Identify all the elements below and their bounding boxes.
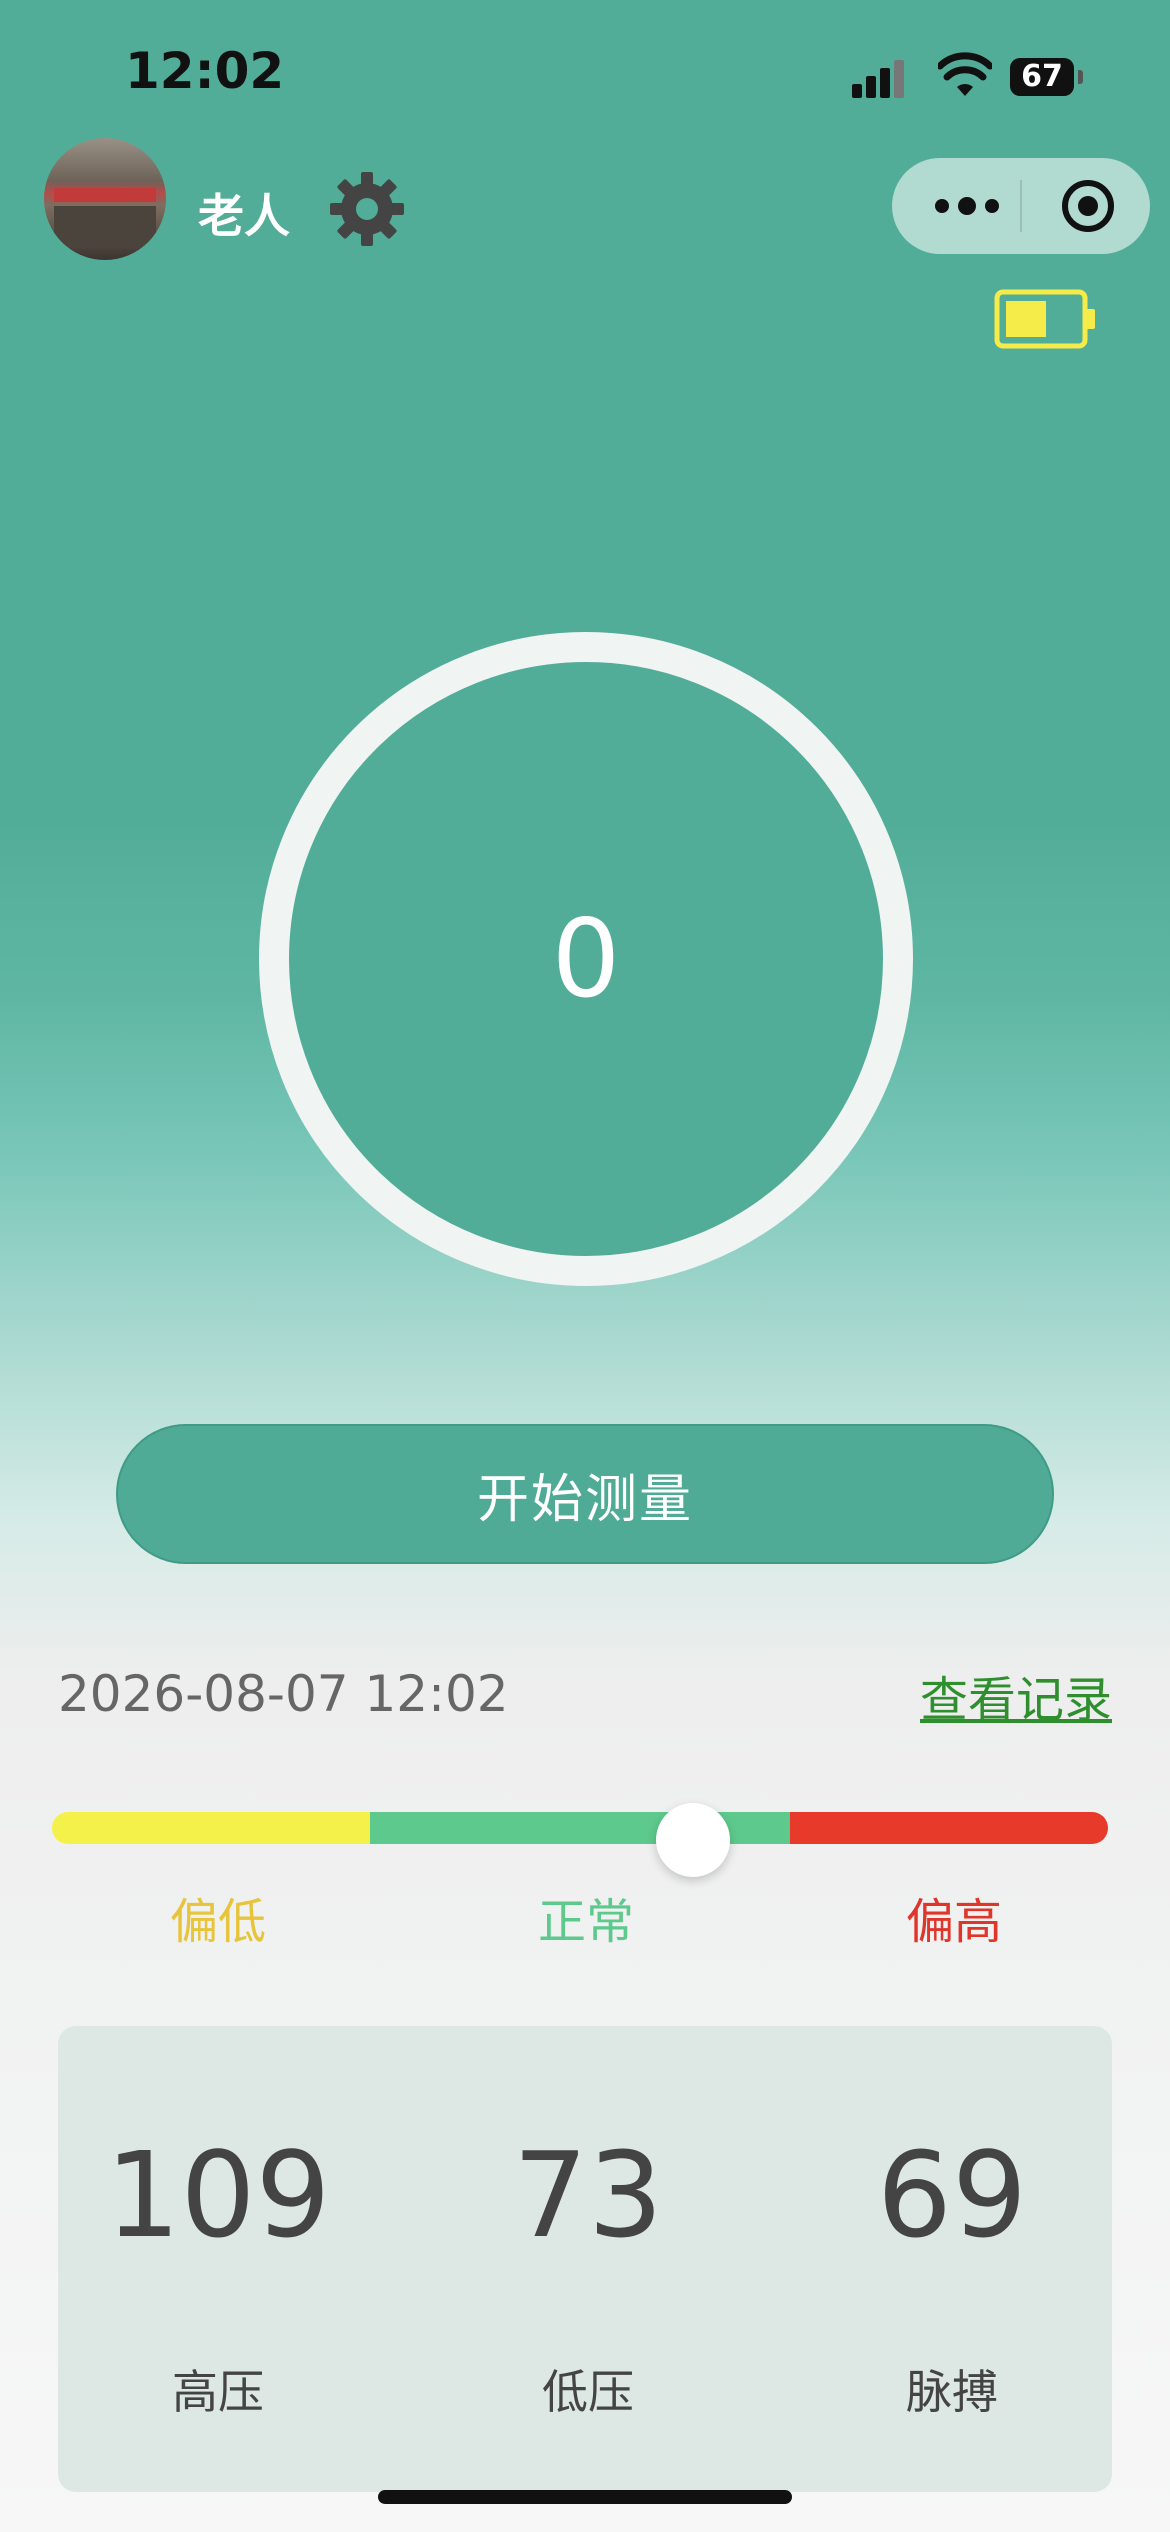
pressure-scale-bar bbox=[52, 1812, 1108, 1844]
measurement-datetime: 2026-08-07 12:02 bbox=[58, 1665, 509, 1723]
measurement-dial: 0 bbox=[259, 632, 913, 1286]
reading-value: 69 bbox=[876, 2126, 1028, 2264]
scale-segment-high bbox=[790, 1812, 1108, 1844]
status-battery-icon: 67 bbox=[1010, 58, 1083, 96]
home-indicator[interactable] bbox=[378, 2490, 792, 2504]
reading-pulse: 69 脉搏 bbox=[802, 2026, 1102, 2492]
reading-systolic: 109 高压 bbox=[68, 2026, 368, 2492]
scale-label-high: 偏高 bbox=[906, 1894, 1003, 1950]
more-dots-icon[interactable] bbox=[932, 188, 1002, 224]
capsule-divider bbox=[1020, 180, 1022, 232]
reading-label: 脉搏 bbox=[906, 2365, 998, 2419]
cellular-signal-icon bbox=[852, 58, 912, 98]
view-records-link[interactable]: 查看记录 bbox=[920, 1660, 1112, 1730]
reading-value: 109 bbox=[105, 2126, 331, 2264]
status-bar: 12:02 67 bbox=[0, 0, 1170, 150]
gear-icon[interactable] bbox=[328, 170, 406, 248]
mini-program-capsule bbox=[892, 158, 1150, 254]
start-measure-button[interactable]: 开始测量 bbox=[116, 1424, 1054, 1564]
reading-label: 高压 bbox=[172, 2365, 264, 2419]
reading-diastolic: 73 低压 bbox=[438, 2026, 738, 2492]
target-icon[interactable] bbox=[1060, 178, 1116, 234]
scale-label-low: 偏低 bbox=[170, 1894, 267, 1950]
user-name: 老人 bbox=[198, 189, 290, 243]
reading-value: 73 bbox=[512, 2126, 664, 2264]
battery-icon bbox=[994, 289, 1095, 349]
scale-indicator bbox=[656, 1803, 730, 1877]
dial-value: 0 bbox=[551, 896, 621, 1022]
scale-label-normal: 正常 bbox=[538, 1894, 635, 1950]
avatar[interactable] bbox=[44, 138, 166, 260]
readings-panel: 109 高压 73 低压 69 脉搏 bbox=[58, 2026, 1112, 2492]
wifi-icon bbox=[938, 52, 992, 96]
scale-segment-low bbox=[52, 1812, 370, 1844]
reading-label: 低压 bbox=[542, 2365, 634, 2419]
status-time: 12:02 bbox=[125, 42, 285, 100]
